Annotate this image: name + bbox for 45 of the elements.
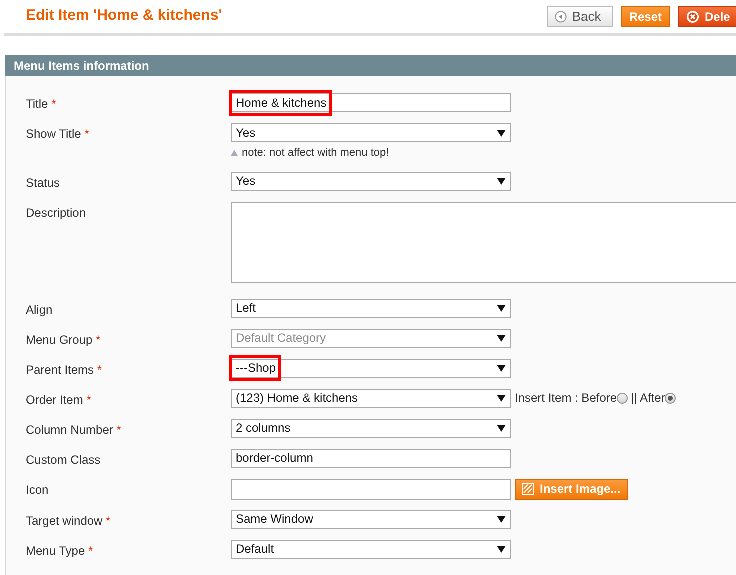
caret-icon: [497, 424, 506, 432]
caret-icon: [497, 545, 506, 553]
field-label: Show Title *: [26, 126, 90, 143]
caret-icon: [497, 364, 506, 372]
field-label: Column Number *: [26, 422, 122, 438]
text-field[interactable]: border-column: [231, 448, 511, 468]
select-field[interactable]: (123) Home & kitchens: [231, 388, 511, 408]
radio-button[interactable]: [617, 392, 628, 404]
select-field[interactable]: Yes: [231, 172, 511, 190]
caret-icon: [497, 128, 506, 136]
triangle-icon: [231, 150, 238, 156]
back-icon: [555, 10, 568, 22]
field-label: Menu Group *: [26, 332, 102, 348]
option-label: || After: [631, 390, 666, 407]
section-header: Menu Items information: [5, 55, 736, 76]
caret-icon: [497, 394, 506, 402]
field-label: Parent Items *: [26, 362, 104, 378]
select-field[interactable]: Default: [231, 540, 511, 558]
caret-icon: [497, 334, 506, 342]
text-field[interactable]: [231, 478, 511, 500]
textarea-field[interactable]: [231, 202, 736, 282]
option-label: Insert Item : Before: [515, 390, 618, 407]
select-field[interactable]: Same Window: [231, 510, 511, 528]
field-label: Align: [26, 302, 54, 318]
field-label: Target window *: [26, 512, 112, 530]
caret-icon: [497, 177, 506, 185]
select-field[interactable]: Yes: [231, 123, 511, 142]
field-note: note: not affect with menu top!: [242, 146, 390, 161]
close-icon: [686, 10, 700, 24]
field-label: Description: [26, 204, 88, 222]
field-label: Order Item *: [26, 392, 92, 408]
field-label: Custom Class: [26, 452, 102, 468]
caret-icon: [497, 515, 506, 523]
radio-button[interactable]: [665, 392, 676, 404]
back-button[interactable]: Back: [547, 6, 614, 27]
page-title: Edit Item 'Home & kitchens': [26, 6, 222, 26]
image-icon: [522, 483, 534, 495]
field-label: Status: [26, 174, 62, 192]
field-label: Menu Type *: [26, 542, 94, 560]
select-field[interactable]: 2 columns: [231, 418, 511, 438]
delete-button[interactable]: Dele: [678, 6, 736, 27]
field-label: Title *: [26, 96, 58, 113]
caret-icon: [497, 304, 506, 312]
select-field[interactable]: Left: [231, 298, 511, 318]
field-label: Icon: [26, 482, 50, 498]
